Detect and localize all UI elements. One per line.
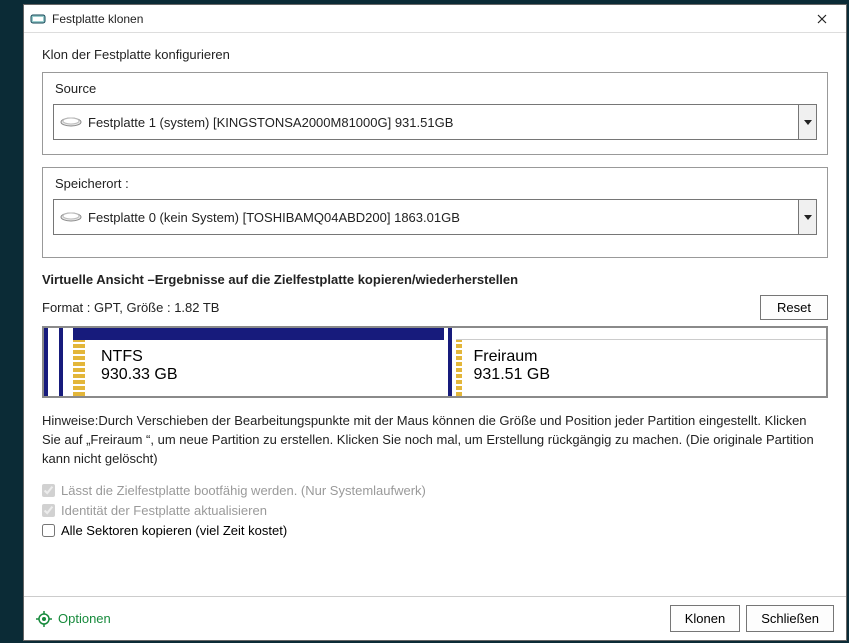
partition-name: NTFS	[101, 348, 178, 366]
partition-stripe	[59, 328, 63, 396]
disk-icon	[60, 115, 82, 129]
window-title: Festplatte klonen	[52, 12, 804, 26]
dialog-window: Festplatte klonen Klon der Festplatte ko…	[23, 4, 847, 641]
content-area: Klon der Festplatte konfigurieren Source…	[24, 33, 846, 538]
partition-ntfs[interactable]: NTFS 930.33 GB	[73, 328, 444, 396]
checkbox-identity-input	[42, 504, 55, 517]
format-text: Format : GPT, Größe : 1.82 TB	[42, 300, 760, 315]
source-selected-text: Festplatte 1 (system) [KINGSTONSA2000M81…	[88, 115, 453, 130]
source-group: Source Festplatte 1 (system) [KINGSTONSA…	[42, 72, 828, 155]
dropdown-arrow-icon[interactable]	[798, 200, 816, 234]
checkbox-allsectors-label: Alle Sektoren kopieren (viel Zeit kostet…	[61, 523, 287, 538]
options-checkboxes: Lässt die Zielfestplatte bootfähig werde…	[42, 483, 828, 538]
partition-stripe	[44, 328, 48, 396]
partition-texts: NTFS 930.33 GB	[101, 348, 178, 384]
partition-divider[interactable]	[448, 328, 452, 396]
clone-button[interactable]: Klonen	[670, 605, 740, 632]
source-dropdown[interactable]: Festplatte 1 (system) [KINGSTONSA2000M81…	[53, 104, 817, 140]
partition-gap	[67, 328, 69, 396]
target-group: Speicherort : Festplatte 0 (kein System)…	[42, 167, 828, 258]
checkbox-allsectors[interactable]: Alle Sektoren kopieren (viel Zeit kostet…	[42, 523, 828, 538]
options-link[interactable]: Optionen	[36, 611, 664, 627]
target-selected-text: Festplatte 0 (kein System) [TOSHIBAMQ04A…	[88, 210, 460, 225]
format-row: Format : GPT, Größe : 1.82 TB Reset	[42, 295, 828, 320]
partition-gap	[52, 328, 55, 396]
partition-map[interactable]: NTFS 930.33 GB Freiraum 931.51 GB	[42, 326, 828, 398]
checkbox-bootable: Lässt die Zielfestplatte bootfähig werde…	[42, 483, 828, 498]
checkbox-identity: Identität der Festplatte aktualisieren	[42, 503, 828, 518]
checkbox-identity-label: Identität der Festplatte aktualisieren	[61, 503, 267, 518]
target-dropdown[interactable]: Festplatte 0 (kein System) [TOSHIBAMQ04A…	[53, 199, 817, 235]
options-label: Optionen	[58, 611, 111, 626]
checkbox-bootable-input	[42, 484, 55, 497]
reset-button[interactable]: Reset	[760, 295, 828, 320]
hint-text: Hinweise:Durch Verschieben der Bearbeitu…	[42, 412, 828, 469]
dialog-footer: Optionen Klonen Schließen	[24, 596, 846, 640]
partition-free[interactable]: Freiraum 931.51 GB	[456, 328, 827, 396]
partition-name: Freiraum	[474, 348, 551, 366]
partition-texts: Freiraum 931.51 GB	[474, 348, 551, 384]
partition-header-bar	[73, 328, 444, 340]
partition-size: 930.33 GB	[101, 366, 178, 384]
checkbox-bootable-label: Lässt die Zielfestplatte bootfähig werde…	[61, 483, 426, 498]
partition-header-bar	[456, 328, 827, 340]
dialog-subtitle: Klon der Festplatte konfigurieren	[42, 47, 828, 62]
checkbox-allsectors-input[interactable]	[42, 524, 55, 537]
close-button[interactable]	[804, 5, 840, 33]
partition-size: 931.51 GB	[474, 366, 551, 384]
title-bar: Festplatte klonen	[24, 5, 846, 33]
app-icon	[30, 11, 46, 27]
disk-icon	[60, 210, 82, 224]
source-label: Source	[55, 81, 817, 96]
gear-icon	[36, 611, 52, 627]
preview-title: Virtuelle Ansicht –Ergebnisse auf die Zi…	[42, 272, 828, 287]
dropdown-arrow-icon[interactable]	[798, 105, 816, 139]
target-label: Speicherort :	[55, 176, 817, 191]
close-footer-button[interactable]: Schließen	[746, 605, 834, 632]
